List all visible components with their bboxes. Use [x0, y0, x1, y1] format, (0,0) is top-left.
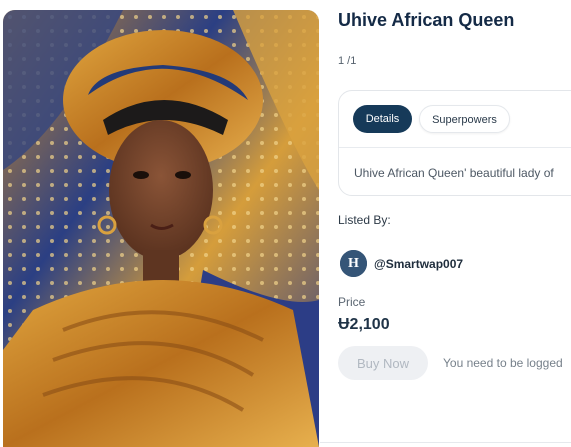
- buy-now-button[interactable]: Buy Now: [338, 346, 428, 380]
- tab-details[interactable]: Details: [353, 105, 412, 133]
- nft-title: Uhive African Queen: [338, 10, 515, 30]
- price-value: Ʉ2,100: [338, 316, 390, 333]
- nft-image: [3, 10, 319, 447]
- price-label: Price: [338, 295, 366, 309]
- login-required-note: You need to be logged: [443, 356, 563, 370]
- seller-username[interactable]: @Smartwap007: [374, 257, 463, 271]
- avatar[interactable]: H: [340, 250, 367, 277]
- details-description: Uhive African Queen' beautiful lady of: [354, 166, 554, 180]
- avatar-logo-icon: H: [340, 250, 367, 277]
- details-card: Details Superpowers Uhive African Queen'…: [338, 90, 571, 196]
- card-divider: [339, 147, 571, 148]
- divider: [320, 442, 571, 443]
- image-pager: 1 /1: [338, 55, 357, 67]
- portrait-illustration: [3, 10, 319, 447]
- tab-superpowers[interactable]: Superpowers: [419, 105, 510, 133]
- listed-by-label: Listed By:: [338, 213, 391, 227]
- svg-text:H: H: [348, 256, 359, 271]
